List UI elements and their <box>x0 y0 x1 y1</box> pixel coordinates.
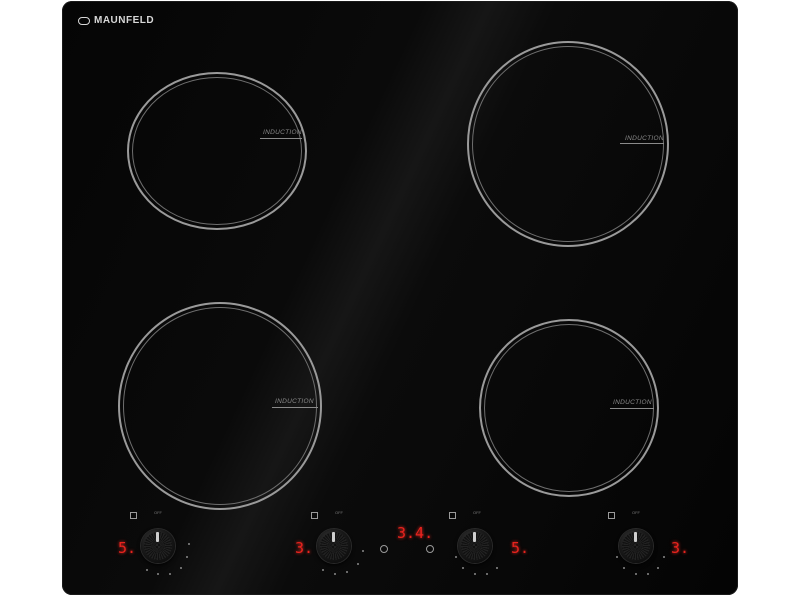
tick-dot <box>188 543 190 545</box>
brand-logo: MAUNFELD <box>78 15 154 26</box>
zone-indicator-icon <box>449 512 456 519</box>
cooking-zone-bottom-left <box>118 302 322 510</box>
timer-plus-icon[interactable] <box>426 545 434 553</box>
tick-dot <box>322 569 324 571</box>
zone-label-line <box>620 143 664 144</box>
tick-dot <box>146 569 148 571</box>
knob-off-label: OFF <box>335 510 343 515</box>
timer-minus-icon[interactable] <box>380 545 388 553</box>
power-display-4: 3. <box>671 539 690 557</box>
knob-off-label: OFF <box>632 510 640 515</box>
tick-dot <box>474 573 476 575</box>
zone-label-top-right: INDUCTION <box>625 135 664 142</box>
tick-dot <box>486 573 488 575</box>
tick-dot <box>657 567 659 569</box>
tick-dot <box>462 567 464 569</box>
tick-dot <box>623 567 625 569</box>
tick-dot <box>180 567 182 569</box>
cooking-zone-top-right <box>467 41 669 247</box>
tick-dot <box>169 573 171 575</box>
brand-icon <box>78 16 90 25</box>
power-display-3: 5. <box>511 539 530 557</box>
tick-dot <box>157 573 159 575</box>
tick-dot <box>616 556 618 558</box>
tick-dot <box>357 563 359 565</box>
timer-display: 3.4. <box>397 524 434 542</box>
brand-name: MAUNFELD <box>94 15 155 26</box>
tick-dot <box>663 556 665 558</box>
tick-dot <box>496 567 498 569</box>
zone-label-line <box>610 408 654 409</box>
zone-indicator-icon <box>311 512 318 519</box>
power-knob-1[interactable] <box>141 529 175 563</box>
knob-off-label: OFF <box>154 510 162 515</box>
power-knob-4[interactable] <box>619 529 653 563</box>
zone-indicator-icon <box>130 512 137 519</box>
power-knob-3[interactable] <box>458 529 492 563</box>
knob-off-label: OFF <box>473 510 481 515</box>
tick-dot <box>186 556 188 558</box>
zone-label-bottom-left: INDUCTION <box>275 398 314 405</box>
zone-indicator-icon <box>608 512 615 519</box>
power-display-2: 3. <box>295 539 314 557</box>
zone-label-line <box>272 407 318 408</box>
tick-dot <box>346 571 348 573</box>
zone-label-bottom-right: INDUCTION <box>613 399 652 406</box>
tick-dot <box>455 556 457 558</box>
tick-dot <box>635 573 637 575</box>
cooking-zone-top-left <box>127 72 307 230</box>
tick-dot <box>362 550 364 552</box>
power-knob-2[interactable] <box>317 529 351 563</box>
zone-label-top-left: INDUCTION <box>263 129 302 136</box>
power-display-1: 5. <box>118 539 137 557</box>
tick-dot <box>647 573 649 575</box>
induction-cooktop: MAUNFELD INDUCTION INDUCTION INDUCTION I… <box>62 1 738 595</box>
zone-label-line <box>260 138 302 139</box>
tick-dot <box>334 573 336 575</box>
